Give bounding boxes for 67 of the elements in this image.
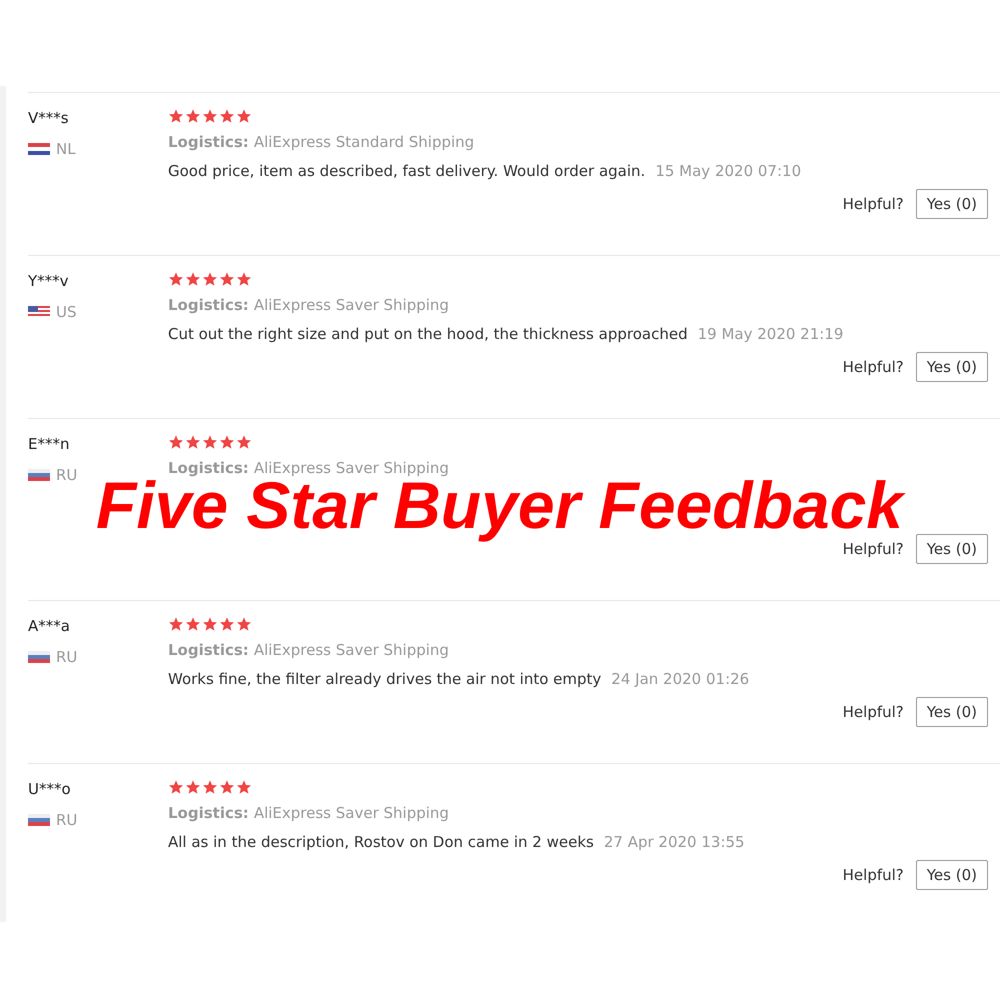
review-date: 15 May 2020 07:10 [655,160,802,182]
country-code: RU [56,464,78,486]
star-icon [236,616,252,632]
star-icon [219,616,235,632]
flag-icon [28,468,50,481]
review-date: 19 May 2020 21:19 [698,324,844,344]
country-code: US [56,302,77,322]
yes-vote-button[interactable]: Yes (0) [916,352,988,382]
helpful-label: Helpful? [842,194,904,215]
star-icon [202,271,218,287]
yes-vote-button[interactable]: Yes (0) [916,189,988,219]
star-icon [236,434,252,450]
star-icon [185,779,201,795]
star-icon [236,271,252,287]
flag-icon [28,650,50,663]
flag-icon [28,814,50,826]
country-code: RU [56,810,78,830]
country-code: NL [56,138,76,160]
star-icon [168,434,184,450]
star-icon [168,616,184,632]
flag-icon [28,142,50,155]
buyer-name: V***s [28,108,69,129]
star-icon [202,434,218,450]
star-icon [202,108,218,124]
logistics-label: Logistics: [168,640,249,661]
logistics-label: Logistics: [168,803,249,824]
yes-vote-button[interactable]: Yes (0) [916,697,988,727]
shipping-method: AliExpress Saver Shipping [254,458,449,479]
star-icon [185,108,201,124]
star-icon [168,271,184,287]
star-icon [219,434,235,450]
review-text: Cut out the right size and put on the hood, the thickness approached [168,324,688,344]
logistics-label: Logistics: [168,295,249,316]
helpful-label: Helpful? [842,864,904,886]
star-icon [236,108,252,124]
flag-icon [28,306,50,318]
review-text: All as in the description, Rostov on Don came in 2 weeks [168,832,594,852]
star-icon [185,616,201,632]
helpful-label: Helpful? [842,702,904,723]
buyer-name: U***o [28,779,71,800]
review-text: Works fine, the filter already drives the air not into empty [168,668,602,690]
star-icon [219,779,235,795]
buyer-name: Y***v [28,271,69,292]
country-code: RU [56,646,78,668]
star-icon [202,779,218,795]
shipping-method: AliExpress Saver Shipping [254,803,449,824]
review-text: Good price, item as described, fast delivery. Would order again. [168,160,646,182]
buyer-name: E***n [28,434,70,455]
star-icon [185,434,201,450]
star-icon [202,616,218,632]
helpful-label: Helpful? [842,356,904,378]
yes-vote-button[interactable]: Yes (0) [916,534,988,564]
star-icon [168,779,184,795]
shipping-method: AliExpress Standard Shipping [254,132,474,153]
review-date: 24 Jan 2020 01:26 [611,668,750,690]
logistics-label: Logistics: [168,132,249,153]
review-date: 27 Apr 2020 13:55 [604,832,745,852]
helpful-label: Helpful? [842,538,904,560]
star-icon [168,108,184,124]
shipping-method: AliExpress Saver Shipping [254,295,449,316]
star-icon [236,779,252,795]
yes-vote-button[interactable]: Yes (0) [916,860,988,890]
star-icon [219,271,235,287]
star-icon [219,108,235,124]
star-icon [185,271,201,287]
shipping-method: AliExpress Saver Shipping [254,640,449,661]
buyer-name: A***a [28,616,70,637]
